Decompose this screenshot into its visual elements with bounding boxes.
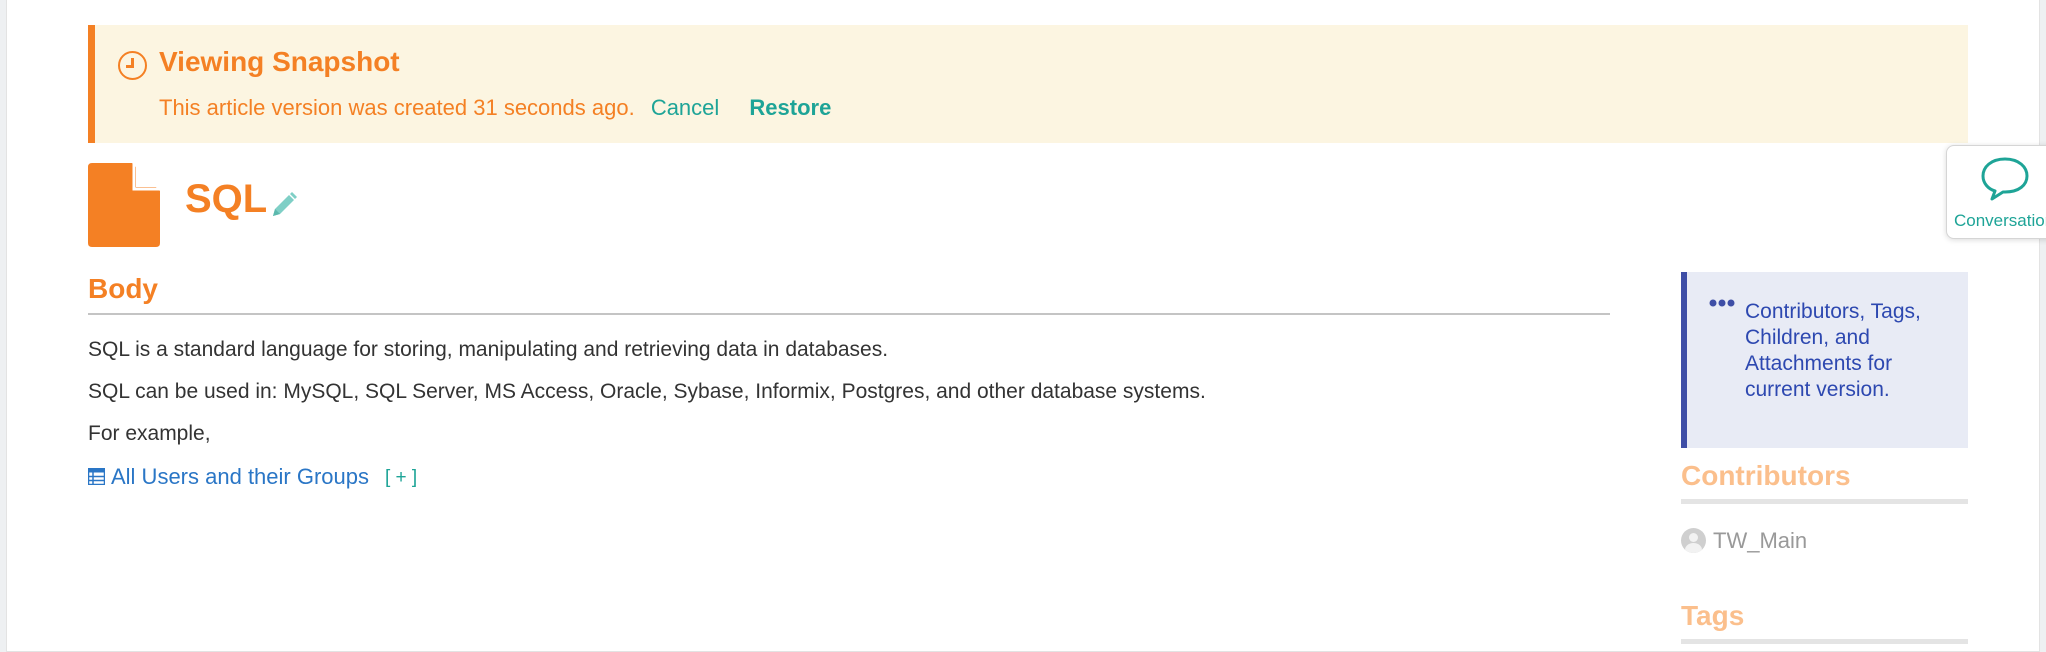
speech-bubble-icon: [1981, 157, 2029, 201]
page-title: SQL: [185, 177, 268, 221]
body-paragraph: For example,: [88, 422, 211, 445]
contributor-item[interactable]: TW_Main: [1681, 528, 1807, 554]
contributors-divider: [1681, 499, 1968, 504]
body-divider: [88, 313, 1610, 315]
cancel-link[interactable]: Cancel: [651, 95, 719, 120]
body-paragraph: SQL is a standard language for storing, …: [88, 338, 889, 361]
body-paragraph: SQL can be used in: MySQL, SQL Server, M…: [88, 380, 1206, 403]
avatar: [1681, 528, 1706, 553]
banner-message: This article version was created 31 seco…: [159, 95, 635, 120]
pencil-icon[interactable]: [269, 190, 299, 220]
contributor-name: TW_Main: [1713, 528, 1808, 553]
restore-link[interactable]: Restore: [749, 95, 831, 120]
tags-heading: Tags: [1681, 600, 1745, 631]
body-heading: Body: [88, 273, 158, 304]
clock-icon: [118, 51, 147, 80]
expand-toggle[interactable]: [ + ]: [385, 467, 417, 489]
embedded-table-label: All Users and their Groups: [111, 464, 369, 489]
banner-title: Viewing Snapshot: [159, 46, 400, 77]
document-icon: [88, 163, 160, 247]
contributors-heading: Contributors: [1681, 460, 1851, 491]
ellipsis-icon: [1709, 299, 1735, 307]
banner-message-row: This article version was created 31 seco…: [159, 95, 831, 121]
conversation-tab[interactable]: Conversation: [1946, 145, 2046, 239]
snapshot-banner: Viewing Snapshot This article version wa…: [88, 25, 1968, 143]
table-icon: [88, 468, 105, 485]
conversation-label: Conversation: [1954, 211, 2046, 230]
article-page: Viewing Snapshot This article version wa…: [6, 0, 2040, 652]
version-info-text[interactable]: Contributors, Tags, Children, and Attach…: [1745, 299, 1945, 403]
embedded-table-link[interactable]: All Users and their Groups: [88, 464, 369, 490]
version-info-box: Contributors, Tags, Children, and Attach…: [1681, 272, 1968, 448]
tags-divider: [1681, 639, 1968, 644]
